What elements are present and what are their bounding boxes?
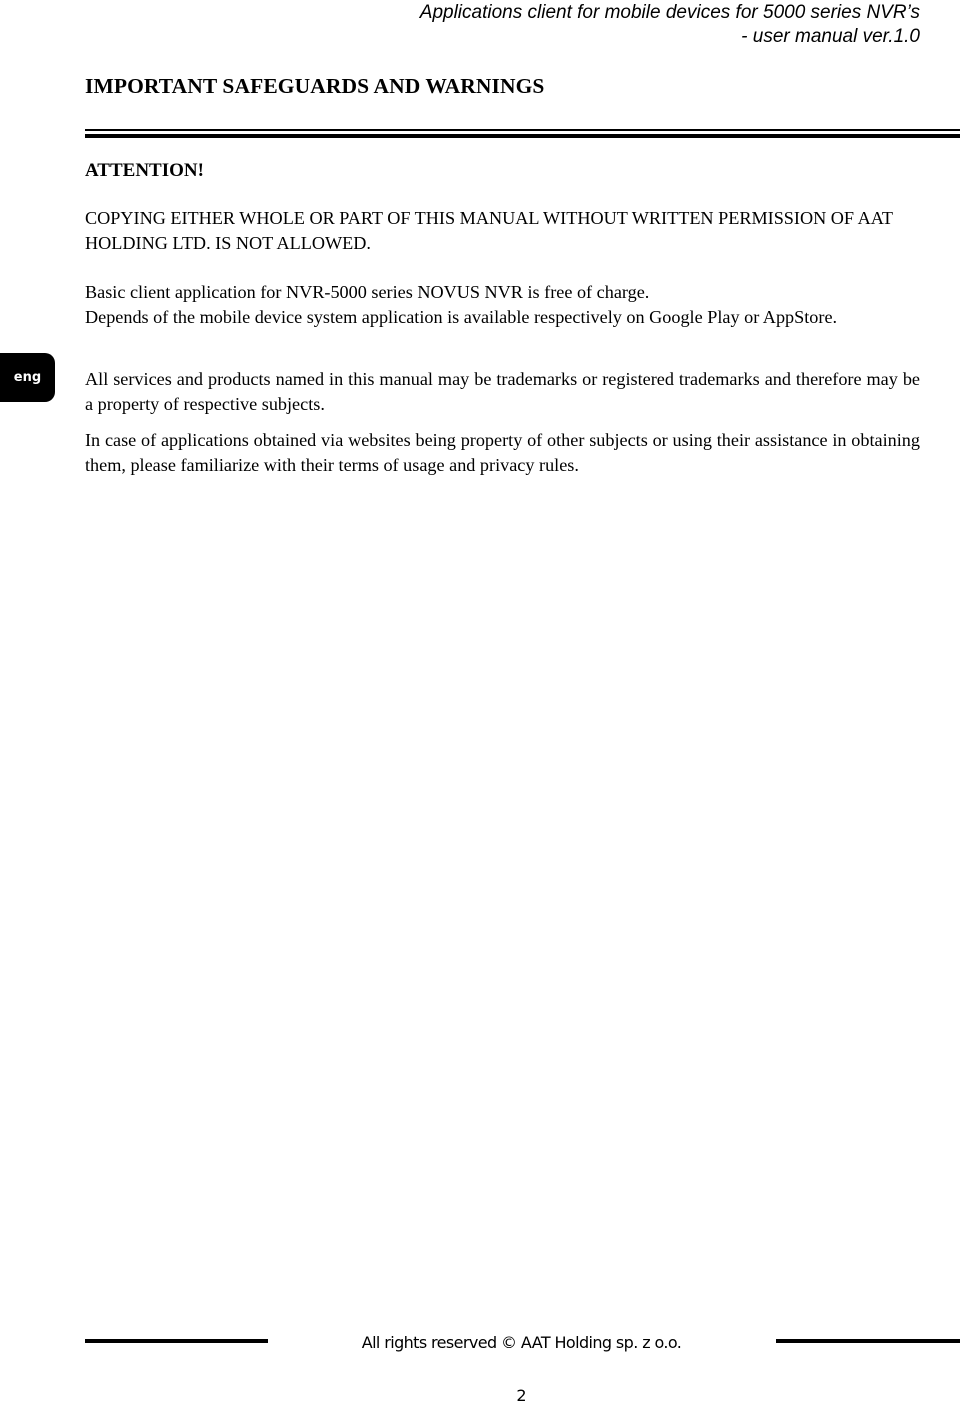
trademarks-paragraph: All services and products named in this … — [85, 369, 920, 414]
rule-thick — [85, 134, 960, 138]
header-title-line2: - user manual ver.1.0 — [741, 26, 920, 47]
basic-app-line2: Depends of the mobile device system appl… — [85, 307, 838, 327]
copying-notice: COPYING EITHER WHOLE OR PART OF THIS MAN… — [85, 208, 893, 253]
language-tab-label: eng — [13, 370, 42, 385]
footer-rule-right — [776, 1339, 960, 1343]
running-header: Applications client for mobile devices f… — [400, 1, 920, 49]
attention-heading: ATTENTION! — [85, 160, 204, 181]
third-party-paragraph: In case of applications obtained via web… — [85, 430, 920, 475]
title-double-rule — [85, 129, 960, 138]
basic-app-line1: Basic client application for NVR-5000 se… — [85, 282, 650, 302]
page-number: 2 — [516, 1386, 527, 1405]
page-title: IMPORTANT SAFEGUARDS AND WARNINGS — [85, 74, 545, 98]
header-title-line1: Applications client for mobile devices f… — [419, 2, 920, 23]
language-tab: eng — [0, 353, 55, 402]
basic-app-paragraph: Basic client application for NVR-5000 se… — [85, 280, 960, 330]
